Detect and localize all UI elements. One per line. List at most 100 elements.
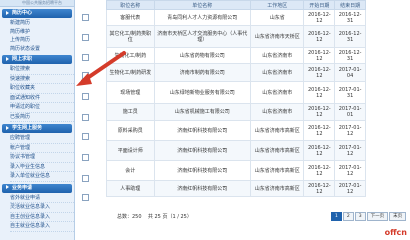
cell-start-date: 2016-12-12	[303, 25, 336, 48]
column-header-end-date[interactable]: 结束日期	[334, 0, 366, 10]
row-checkbox[interactable]	[76, 33, 89, 41]
row-checkbox[interactable]	[76, 193, 89, 201]
sidebar-item-applied-jobs[interactable]: 申请过的职位	[10, 103, 74, 113]
sidebar-item-resume-maintain[interactable]: 简历维护	[10, 28, 74, 37]
section-header-business-apply[interactable]: 业务申请	[2, 183, 72, 193]
cell-company[interactable]: 青岛同利人才人力资源有限公司	[153, 9, 252, 26]
section-header-student-service[interactable]: 学生网上服务	[2, 124, 72, 133]
row-checkbox[interactable]	[76, 153, 89, 161]
row-checkbox[interactable]	[76, 13, 89, 21]
cell-end-date: 2016-12-31	[334, 25, 366, 48]
chevron-right-icon	[6, 185, 9, 189]
cell-company[interactable]: 济南市制药有限公司	[153, 63, 252, 82]
sidebar-item-sent-resumes[interactable]: 已投简历	[10, 113, 74, 122]
table-row[interactable]: 生物化工/制药 山东省药物有限公司 山东省济南市 2016-12-12 2016-12-…	[106, 47, 366, 64]
sidebar-top-strip: 中国公共服务招聘平台	[0, 0, 74, 7]
table-row[interactable]: 生物化工/制药研发 济南市制药有限公司 山东省济南市 2016-12-12 2017-0…	[106, 63, 366, 82]
table-row[interactable]: 其它化工/制药类职位 济南市天桥区人才交流服务中心（人事代理） 山东省济南市天桥区 2…	[106, 25, 366, 48]
table-row[interactable]: 现场管理 山东绿地新物业服务有限公司 山东省济南市 2016-12-12 2017-01…	[106, 81, 366, 104]
sidebar-item-favorites[interactable]: 职位收藏夹	[10, 84, 74, 94]
table-header-row: 职位名称 单位名称 工作地区 开始日期 结束日期	[106, 0, 366, 10]
cell-job[interactable]: 生物化工/制药研发	[106, 63, 155, 82]
watermark: offcn	[384, 228, 407, 237]
cell-job[interactable]: 现场管理	[106, 81, 155, 104]
cell-company[interactable]: 山东绿地新物业服务有限公司	[153, 81, 252, 104]
table-row[interactable]: 原料采购员 济南红帆科技有限公司 山东省济南市高新区 2016-12-12 2017-0…	[106, 120, 366, 141]
cell-end-date: 2017-01-31	[334, 81, 366, 104]
cell-start-date: 2016-12-12	[303, 140, 336, 161]
sidebar-item-out-of-province[interactable]: 省外就业申请	[10, 194, 74, 203]
cell-company[interactable]: 山东省药物有限公司	[153, 47, 252, 64]
column-header-job[interactable]: 职位名称	[106, 0, 155, 10]
cell-start-date: 2016-12-12	[303, 120, 336, 141]
table-row[interactable]: 客服代表 青岛同利人才人力资源有限公司 山东省 2016-12-12 2016-12-3…	[106, 9, 366, 26]
next-page-button[interactable]: 下一页	[366, 212, 389, 221]
column-header-area[interactable]: 工作地区	[250, 0, 305, 10]
cell-company[interactable]: 济南红帆科技有限公司	[153, 160, 252, 181]
cell-job[interactable]: 会计	[106, 160, 155, 181]
sidebar-item-upload-resume[interactable]: 上传简历	[10, 36, 74, 45]
cell-area: 山东省济南市	[250, 81, 305, 104]
table-row[interactable]: 平面设计师 济南红帆科技有限公司 山东省济南市高新区 2016-12-12 2017-0…	[106, 140, 366, 161]
cell-company[interactable]: 济南市天桥区人才交流服务中心（人事代理）	[153, 25, 252, 48]
sidebar-item-self-employment[interactable]: 自主就业信息录入	[10, 222, 74, 232]
section-header-resume[interactable]: 简历中心	[2, 9, 72, 18]
sidebar-item-new-resume[interactable]: 新建简历	[10, 19, 74, 28]
total-count: 总数：250	[117, 214, 142, 220]
sidebar-item-application-mgmt[interactable]: 应聘管理	[10, 134, 74, 144]
sidebar-item-agreement-mgmt[interactable]: 协议书管理	[10, 153, 74, 163]
last-page-button[interactable]: 末页	[389, 212, 407, 221]
cell-company[interactable]: 济南红帆科技有限公司	[153, 140, 252, 161]
table-row[interactable]: 人事助理 济南红帆科技有限公司 山东省济南市高新区 2016-12-12 2017-01…	[106, 180, 366, 197]
cell-job[interactable]: 施工员	[106, 103, 155, 121]
cell-company[interactable]: 济南红帆科技有限公司	[153, 120, 252, 141]
job-table: 职位名称 单位名称 工作地区 开始日期 结束日期 客服代表 青岛同利人才人力资源有…	[106, 0, 366, 197]
pager-buttons: 1 2 3 下一页 末页	[330, 212, 407, 221]
sidebar-item-account-mgmt[interactable]: 帐户管理	[10, 144, 74, 153]
page-button-1[interactable]: 1	[331, 212, 342, 221]
row-checkbox[interactable]	[76, 174, 89, 182]
table-row[interactable]: 施工员 山东省机械施工有限公司 山东省济南市 2016-12-12 2017-01-01	[106, 103, 366, 121]
page-button-2[interactable]: 2	[342, 212, 354, 221]
sidebar-item-job-search[interactable]: 职位搜索	[10, 65, 74, 75]
column-header-company[interactable]: 单位名称	[153, 0, 252, 10]
cell-job[interactable]: 其它化工/制药类职位	[106, 25, 155, 48]
section-header-job-search[interactable]: 网上求职	[2, 55, 72, 64]
sidebar-item-employer-info[interactable]: 录入单位就业信息	[10, 172, 74, 182]
column-header-start-date[interactable]: 开始日期	[303, 0, 336, 10]
cell-end-date: 2017-01-01	[334, 103, 366, 121]
cell-start-date: 2016-12-12	[303, 47, 336, 64]
table-row[interactable]: 会计 济南红帆科技有限公司 山东省济南市高新区 2016-12-12 2017-01-1…	[106, 160, 366, 181]
sidebar-item-flexible-employment[interactable]: 灵活就业信息录入	[10, 203, 74, 213]
cell-job[interactable]: 原料采购员	[106, 120, 155, 141]
page-count: 共 25 页（1 / 25）	[147, 214, 192, 220]
sidebar-item-self-startup[interactable]: 自主创业信息录入	[10, 213, 74, 222]
row-checkbox[interactable]	[76, 71, 89, 79]
cell-job[interactable]: 人事助理	[106, 180, 155, 197]
cell-area: 山东省济南市高新区	[250, 120, 305, 141]
row-checkbox[interactable]	[76, 92, 89, 100]
cell-end-date: 2017-01-12	[334, 120, 366, 141]
cell-start-date: 2016-12-12	[303, 103, 336, 121]
page-button-3[interactable]: 3	[354, 212, 366, 221]
cell-area: 山东省济南市	[250, 63, 305, 82]
row-checkbox[interactable]	[76, 132, 89, 140]
row-checkbox[interactable]	[76, 113, 89, 121]
chevron-right-icon	[6, 125, 9, 130]
row-checkbox[interactable]	[76, 53, 89, 61]
chevron-right-icon	[6, 10, 9, 15]
sidebar-item-quick-search[interactable]: 快速搜索	[10, 75, 74, 84]
cell-company[interactable]: 济南红帆科技有限公司	[153, 180, 252, 197]
cell-end-date: 2017-01-12	[334, 180, 366, 197]
cell-company[interactable]: 山东省机械施工有限公司	[153, 103, 252, 121]
sidebar-item-resume-status[interactable]: 简历状态设置	[10, 45, 74, 54]
cell-job[interactable]: 平面设计师	[106, 140, 155, 161]
cell-area: 山东省济南市高新区	[250, 180, 305, 197]
cell-job[interactable]: 客服代表	[106, 9, 155, 26]
sidebar-item-interview-inbox[interactable]: 面试通知收件	[10, 94, 74, 103]
cell-start-date: 2016-12-12	[303, 180, 336, 197]
cell-area: 山东省济南市	[250, 47, 305, 64]
job-list-panel: 职位名称 单位名称 工作地区 开始日期 结束日期 客服代表 青岛同利人才人力资源有…	[76, 0, 366, 240]
cell-job[interactable]: 生物化工/制药	[106, 47, 155, 64]
sidebar-item-graduate-info[interactable]: 录入毕业生信息	[10, 163, 74, 172]
